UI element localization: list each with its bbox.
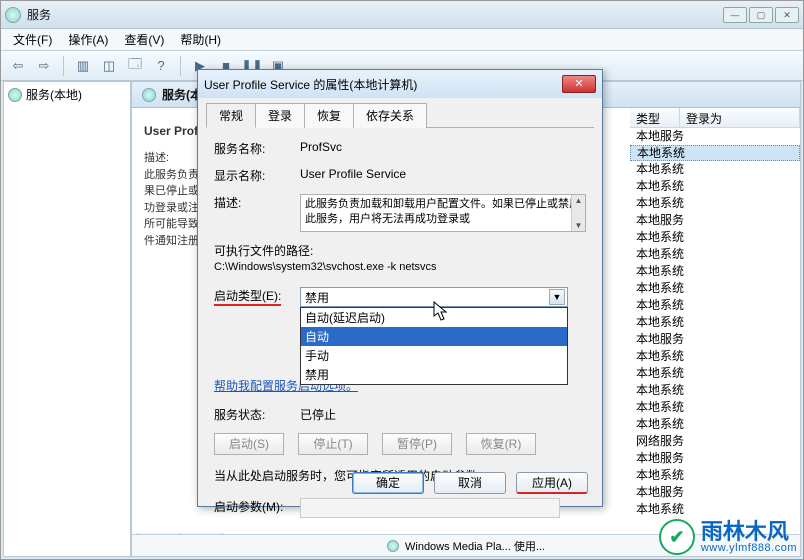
combo-dropdown: 自动(延迟启动) 自动 手动 禁用: [300, 307, 568, 385]
description-textbox[interactable]: 此服务负责加载和卸载用户配置文件。如果已停止或禁用此服务，用户将无法再成功登录或…: [300, 194, 586, 232]
list-row[interactable]: 网络服务: [630, 433, 800, 450]
start-params-input: [300, 498, 560, 518]
col-header-type[interactable]: 类型: [630, 108, 680, 127]
chevron-down-icon[interactable]: ▼: [549, 289, 565, 305]
list-row[interactable]: 本地系统: [630, 416, 800, 433]
props-icon[interactable]: ▥: [72, 55, 94, 77]
list-row[interactable]: 本地系统: [630, 314, 800, 331]
dialog-title: User Profile Service 的属性(本地计算机): [204, 76, 562, 93]
ok-button[interactable]: 确定: [352, 472, 424, 494]
list-row[interactable]: 本地系统: [630, 195, 800, 212]
list-row[interactable]: 本地服务: [630, 484, 800, 501]
status-icon: [387, 540, 399, 552]
dialog-titlebar: User Profile Service 的属性(本地计算机) ✕: [198, 70, 602, 98]
detail-line: 所可能导致: [144, 216, 204, 233]
dialog-close-button[interactable]: ✕: [562, 75, 596, 93]
combo-option-auto-delayed[interactable]: 自动(延迟启动): [301, 308, 567, 327]
refresh-icon[interactable]: ◫: [98, 55, 120, 77]
list-row[interactable]: 本地系统: [630, 365, 800, 382]
properties-dialog: User Profile Service 的属性(本地计算机) ✕ 常规 登录 …: [197, 69, 603, 507]
service-detail-panel: User Profi 描述: 此服务负责 果已停止或 功登录或注 所可能导致 件…: [144, 122, 204, 249]
list-row[interactable]: 本地系统: [630, 382, 800, 399]
label-startup-type: 启动类型(E):: [214, 289, 281, 306]
list-row[interactable]: 本地系统: [630, 297, 800, 314]
combo-option-auto[interactable]: 自动: [301, 327, 567, 346]
detail-service-name: User Profi: [144, 122, 204, 140]
start-button[interactable]: 启动(S): [214, 433, 284, 455]
watermark-logo-icon: ✔: [659, 519, 695, 555]
detail-line: 件通知注册: [144, 233, 204, 250]
help-icon[interactable]: ?: [150, 55, 172, 77]
combo-option-disabled[interactable]: 禁用: [301, 365, 567, 384]
label-service-status: 服务状态:: [214, 406, 300, 423]
list-row[interactable]: 本地系统: [630, 229, 800, 246]
list-row[interactable]: 本地系统: [630, 161, 800, 178]
app-icon: [5, 7, 21, 23]
list-row[interactable]: 本地系统: [630, 467, 800, 484]
pause-button[interactable]: 暂停(P): [382, 433, 452, 455]
label-exe-path: 可执行文件的路径:: [214, 242, 586, 259]
combo-option-manual[interactable]: 手动: [301, 346, 567, 365]
tab-dependencies[interactable]: 依存关系: [353, 103, 427, 128]
tree-pane: 服务(本地): [3, 81, 131, 557]
label-start-params: 启动参数(M):: [214, 498, 300, 515]
list-row[interactable]: 本地系统: [630, 246, 800, 263]
services-icon: [142, 88, 156, 102]
menubar: 文件(F) 操作(A) 查看(V) 帮助(H): [1, 29, 803, 51]
apply-button[interactable]: 应用(A): [516, 472, 588, 494]
list-row[interactable]: 本地服务: [630, 450, 800, 467]
list-row[interactable]: 本地服务: [630, 212, 800, 229]
list-row[interactable]: 本地系统: [630, 348, 800, 365]
forward-icon[interactable]: ⇨: [33, 55, 55, 77]
label-description: 描述:: [214, 194, 300, 211]
tab-general[interactable]: 常规: [206, 103, 256, 128]
menu-file[interactable]: 文件(F): [5, 29, 60, 50]
export-icon[interactable]: 🗔: [124, 55, 146, 77]
list-row[interactable]: 本地系统: [630, 399, 800, 416]
value-display-name: User Profile Service: [300, 167, 586, 181]
detail-line: 此服务负责: [144, 167, 204, 184]
minimize-button[interactable]: —: [723, 7, 747, 23]
list-row[interactable]: 本地系统: [630, 280, 800, 297]
tab-recovery[interactable]: 恢复: [304, 103, 354, 128]
label-service-name: 服务名称:: [214, 140, 300, 157]
main-titlebar: 服务 — ▢ ✕: [1, 1, 803, 29]
back-icon[interactable]: ⇦: [7, 55, 29, 77]
list-row[interactable]: 本地服务: [630, 331, 800, 348]
menu-action[interactable]: 操作(A): [60, 29, 116, 50]
tab-logon[interactable]: 登录: [255, 103, 305, 128]
services-icon: [8, 88, 22, 102]
window-title: 服务: [27, 6, 723, 23]
list-row[interactable]: 本地系统: [630, 501, 800, 518]
menu-help[interactable]: 帮助(H): [172, 29, 229, 50]
list-row[interactable]: 本地系统: [630, 263, 800, 280]
startup-type-combo[interactable]: 禁用 ▼ 自动(延迟启动) 自动 手动 禁用: [300, 287, 568, 307]
description-text: 此服务负责加载和卸载用户配置文件。如果已停止或禁用此服务，用户将无法再成功登录或: [305, 198, 580, 225]
resume-button[interactable]: 恢复(R): [466, 433, 536, 455]
detail-line: 功登录或注: [144, 200, 204, 217]
watermark-brand: 雨林木风: [701, 521, 797, 543]
close-button[interactable]: ✕: [775, 7, 799, 23]
tree-node-services[interactable]: 服务(本地): [8, 86, 126, 103]
list-columns: 类型 登录为 本地服务本地系统本地系统本地系统本地系统本地服务本地系统本地系统本…: [630, 108, 800, 518]
detail-line: 果已停止或: [144, 183, 204, 200]
list-row[interactable]: 本地服务: [630, 128, 800, 145]
value-service-name: ProfSvc: [300, 140, 586, 154]
cancel-button[interactable]: 取消: [434, 472, 506, 494]
watermark-url: www.ylmf888.com: [701, 543, 797, 554]
detail-desc-label: 描述:: [144, 150, 204, 167]
combo-selected: 禁用: [305, 289, 329, 306]
value-service-status: 已停止: [300, 406, 586, 423]
scrollbar[interactable]: ▲▼: [571, 195, 585, 231]
label-display-name: 显示名称:: [214, 167, 300, 184]
col-header-logon[interactable]: 登录为: [680, 108, 800, 127]
list-row[interactable]: 本地系统: [630, 178, 800, 195]
value-exe-path: C:\Windows\system32\svchost.exe -k netsv…: [214, 261, 586, 273]
stop-button[interactable]: 停止(T): [298, 433, 368, 455]
menu-view[interactable]: 查看(V): [116, 29, 172, 50]
list-row[interactable]: 本地系统: [630, 145, 800, 161]
maximize-button[interactable]: ▢: [749, 7, 773, 23]
tree-node-label: 服务(本地): [26, 86, 82, 103]
watermark: ✔ 雨林木风 www.ylmf888.com: [659, 519, 797, 555]
